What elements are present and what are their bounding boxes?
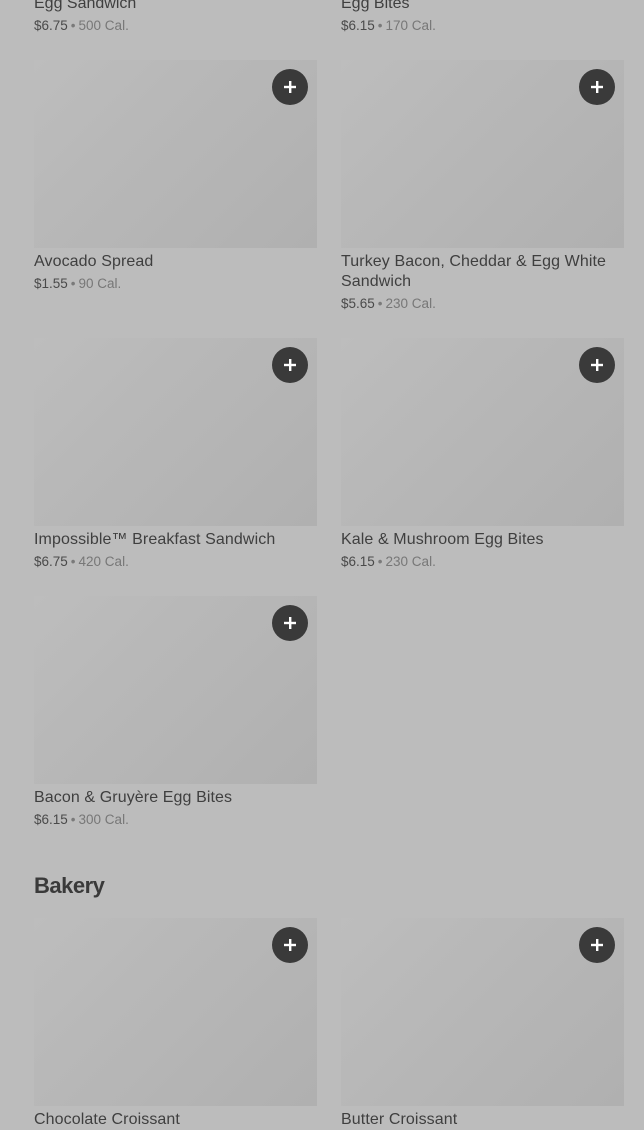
separator-dot: •: [70, 554, 76, 569]
item-price: $6.15: [341, 554, 375, 569]
item-name[interactable]: Bacon & Gruyère Egg Bites: [34, 788, 317, 808]
item-calories: 170 Cal.: [385, 18, 436, 33]
item-name[interactable]: Avocado Spread: [34, 252, 317, 272]
separator-dot: •: [377, 296, 383, 311]
add-to-order-button[interactable]: [579, 927, 615, 963]
add-to-order-button[interactable]: [272, 927, 308, 963]
item-price: $6.15: [341, 18, 375, 33]
menu-item-card[interactable]: Chocolate Croissant: [34, 918, 317, 1130]
item-calories: 300 Cal.: [78, 812, 129, 827]
item-name[interactable]: Impossible™ Breakfast Sandwich: [34, 530, 317, 550]
item-name[interactable]: Turkey Bacon, Cheddar & Egg White Sandwi…: [341, 252, 624, 292]
plus-icon: [284, 939, 296, 951]
item-price: $5.65: [341, 296, 375, 311]
item-calories: 230 Cal.: [385, 296, 436, 311]
item-name[interactable]: Chocolate Croissant: [34, 1110, 317, 1130]
item-price: $6.75: [34, 18, 68, 33]
item-image[interactable]: [34, 918, 317, 1106]
add-to-order-button[interactable]: [579, 347, 615, 383]
plus-icon: [591, 939, 603, 951]
menu-item-card[interactable]: Impossible™ Breakfast Sandwich $6.75 • 420…: [34, 338, 317, 571]
menu-item-card[interactable]: Turkey Bacon, Cheddar & Egg White Sandwi…: [341, 60, 624, 313]
item-meta: $6.15 • 170 Cal.: [341, 17, 436, 35]
separator-dot: •: [377, 554, 383, 569]
section-title-bakery: Bakery: [34, 873, 105, 898]
menu-item-card[interactable]: Kale & Mushroom Egg Bites $6.15 • 230 Cal.: [341, 338, 624, 571]
add-to-order-button[interactable]: [579, 69, 615, 105]
separator-dot: •: [70, 276, 76, 291]
item-price: $6.15: [34, 812, 68, 827]
item-name[interactable]: Egg Bites: [341, 0, 409, 14]
item-calories: 230 Cal.: [385, 554, 436, 569]
item-name[interactable]: Kale & Mushroom Egg Bites: [341, 530, 624, 550]
item-calories: 420 Cal.: [78, 554, 129, 569]
plus-icon: [284, 81, 296, 93]
item-image[interactable]: [34, 60, 317, 248]
plus-icon: [284, 617, 296, 629]
item-name[interactable]: Butter Croissant: [341, 1110, 624, 1130]
item-image[interactable]: [341, 338, 624, 526]
item-meta: $6.75 • 420 Cal.: [34, 553, 317, 571]
item-meta: $6.15 • 230 Cal.: [341, 553, 624, 571]
item-meta: $1.55 • 90 Cal.: [34, 275, 317, 293]
item-image[interactable]: [34, 596, 317, 784]
item-meta: $6.15 • 300 Cal.: [34, 811, 317, 829]
plus-icon: [284, 359, 296, 371]
item-meta: $5.65 • 230 Cal.: [341, 295, 624, 313]
menu-item-card[interactable]: Bacon & Gruyère Egg Bites $6.15 • 300 Cal.: [34, 596, 317, 829]
menu-page: Egg Sandwich $6.75 • 500 Cal. Egg Bites $6…: [0, 0, 644, 1128]
separator-dot: •: [70, 812, 76, 827]
item-meta: $6.75 • 500 Cal.: [34, 17, 129, 35]
item-name[interactable]: Egg Sandwich: [34, 0, 136, 14]
plus-icon: [591, 81, 603, 93]
item-price: $6.75: [34, 554, 68, 569]
item-calories: 90 Cal.: [78, 276, 122, 291]
separator-dot: •: [70, 18, 76, 33]
separator-dot: •: [377, 18, 383, 33]
plus-icon: [591, 359, 603, 371]
item-calories: 500 Cal.: [78, 18, 129, 33]
item-image[interactable]: [341, 60, 624, 248]
add-to-order-button[interactable]: [272, 347, 308, 383]
add-to-order-button[interactable]: [272, 69, 308, 105]
item-price: $1.55: [34, 276, 68, 291]
menu-item-card[interactable]: Avocado Spread $1.55 • 90 Cal.: [34, 60, 317, 293]
item-image[interactable]: [341, 918, 624, 1106]
item-image[interactable]: [34, 338, 317, 526]
add-to-order-button[interactable]: [272, 605, 308, 641]
menu-item-card[interactable]: Butter Croissant: [341, 918, 624, 1130]
